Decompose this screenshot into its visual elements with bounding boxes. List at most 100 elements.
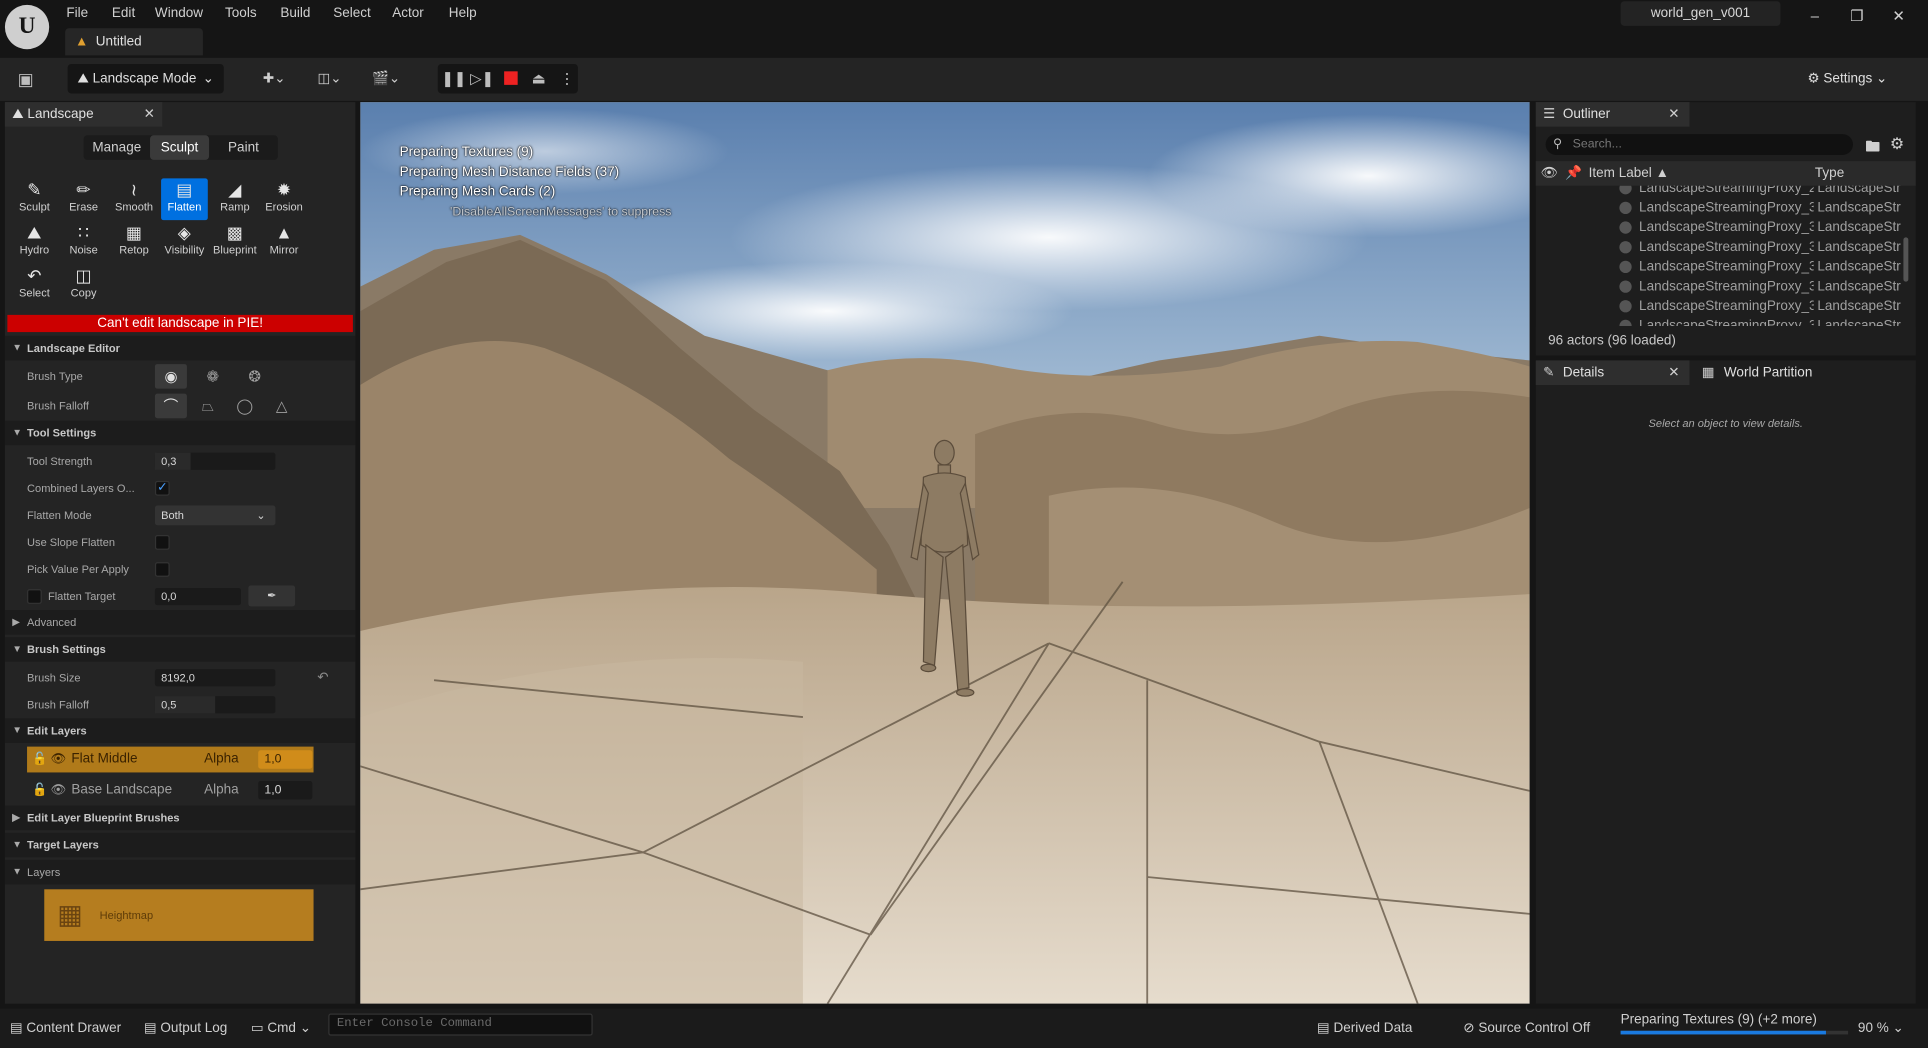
source-control-button[interactable]: ⊘ Source Control Off: [1463, 1015, 1590, 1042]
section-edit-layer-blueprint-brushes[interactable]: ▶ Edit Layer Blueprint Brushes: [4, 805, 356, 831]
menu-window[interactable]: Window: [155, 4, 203, 24]
tab-world-partition[interactable]: ▦ World Partition: [1691, 360, 1916, 385]
flatten-mode-dropdown[interactable]: Both ⌄: [154, 505, 276, 526]
falloff-spherical-icon[interactable]: ◯: [229, 394, 261, 419]
outliner-row[interactable]: LandscapeStreamingProxy_3_ LandscapeStr: [1536, 257, 1905, 277]
close-icon[interactable]: ✕: [144, 102, 155, 127]
outliner-row[interactable]: LandscapeStreamingProxy_2_ LandscapeStr: [1536, 185, 1905, 198]
tool-mirror[interactable]: ▲ Mirror: [261, 221, 308, 263]
section-layers[interactable]: ▼ Layers: [4, 859, 356, 885]
tool-select[interactable]: ↶ Select: [11, 264, 58, 306]
section-landscape-editor[interactable]: ▼ Landscape Editor: [4, 335, 356, 361]
falloff-linear-icon[interactable]: ⏢: [192, 394, 224, 419]
add-actor-button[interactable]: ✚⌄: [252, 64, 296, 94]
falloff-tip-icon[interactable]: △: [266, 394, 298, 419]
outliner-scrollbar[interactable]: [1903, 237, 1909, 282]
tab-details[interactable]: ✎ Details ✕: [1535, 360, 1690, 385]
close-window-icon[interactable]: ✕: [1885, 5, 1912, 27]
close-icon[interactable]: ✕: [1668, 102, 1679, 127]
flatten-target-field[interactable]: 0,0: [154, 587, 242, 606]
tab-landscape[interactable]: ⛰ Landscape ✕: [4, 102, 163, 127]
cinematics-button[interactable]: 🎬⌄: [364, 64, 408, 94]
use-slope-flatten-checkbox[interactable]: [154, 535, 170, 550]
outliner-row[interactable]: LandscapeStreamingProxy_3_ LandscapeStr: [1536, 277, 1905, 297]
derived-data-button[interactable]: ▤ Derived Data: [1317, 1015, 1412, 1042]
col-item-label[interactable]: Item Label ▲: [1589, 161, 1669, 186]
tool-erosion[interactable]: ✹ Erosion: [261, 178, 308, 220]
eye-icon[interactable]: 👁: [50, 747, 66, 773]
tool-retop[interactable]: ▦ Retop: [111, 221, 158, 263]
save-icon[interactable]: ▣: [15, 69, 37, 89]
console-command-input[interactable]: Enter Console Command: [328, 1013, 593, 1036]
tool-ramp[interactable]: ◢ Ramp: [211, 178, 258, 220]
brush-alpha-icon[interactable]: ❁: [197, 364, 229, 389]
combined-layers-checkbox[interactable]: ✓: [154, 480, 170, 496]
section-edit-layers[interactable]: ▼ Edit Layers: [4, 718, 356, 743]
level-viewport[interactable]: Preparing Textures (9) Preparing Mesh Di…: [360, 102, 1530, 1004]
gear-icon[interactable]: ⚙: [1890, 134, 1904, 154]
menu-actor[interactable]: Actor: [392, 4, 424, 24]
tab-outliner[interactable]: ☰ Outliner ✕: [1535, 102, 1690, 127]
lock-icon[interactable]: 🔓: [32, 747, 47, 773]
tool-noise[interactable]: ∷ Noise: [60, 221, 107, 263]
blueprint-menu-button[interactable]: ◫⌄: [307, 64, 351, 94]
outliner-search-input[interactable]: ⚲ Search...: [1545, 134, 1854, 155]
menu-edit[interactable]: Edit: [112, 4, 135, 24]
brush-pattern-icon[interactable]: ❂: [239, 364, 271, 389]
section-brush-settings[interactable]: ▼ Brush Settings: [4, 637, 356, 662]
output-log-button[interactable]: ▤ Output Log: [144, 1015, 227, 1042]
menu-select[interactable]: Select: [333, 4, 371, 24]
eyedropper-button[interactable]: ✒: [248, 585, 296, 607]
tab-untitled[interactable]: ▲ Untitled: [65, 28, 203, 56]
section-tool-settings[interactable]: ▼ Tool Settings: [4, 420, 356, 446]
section-target-layers[interactable]: ▼ Target Layers: [4, 832, 356, 858]
tool-hydro[interactable]: ⛰ Hydro: [11, 221, 58, 263]
new-folder-icon[interactable]: 🖿: [1865, 135, 1880, 161]
cmd-dropdown[interactable]: ▭ Cmd ⌄: [251, 1015, 311, 1042]
eye-icon[interactable]: 👁: [1541, 161, 1558, 186]
progress-text[interactable]: Preparing Textures (9) (+2 more): [1621, 1009, 1817, 1031]
tool-copy[interactable]: ◫ Copy: [60, 264, 107, 306]
menu-file[interactable]: File: [66, 4, 88, 24]
outliner-row[interactable]: LandscapeStreamingProxy_3_ LandscapeStr: [1536, 198, 1905, 218]
flatten-target-checkbox[interactable]: [27, 589, 42, 604]
col-type[interactable]: Type: [1815, 161, 1844, 186]
brush-size-field[interactable]: 8192,0: [154, 669, 276, 687]
outliner-row[interactable]: LandscapeStreamingProxy_3_ LandscapeStr: [1536, 218, 1905, 238]
outliner-row[interactable]: LandscapeStreamingProxy_3_ LandscapeStr: [1536, 296, 1905, 316]
step-frame-icon[interactable]: ▷❚: [468, 64, 495, 94]
settings-button[interactable]: ⚙ Settings ⌄: [1808, 64, 1914, 94]
tool-smooth[interactable]: ≀ Smooth: [111, 178, 158, 220]
edit-layer-base-landscape[interactable]: 🔓 👁 Base Landscape Alpha 1,0: [27, 777, 313, 803]
lock-icon[interactable]: 🔓: [32, 777, 47, 803]
pin-icon[interactable]: 📌: [1565, 161, 1582, 186]
alpha-field[interactable]: 1,0: [258, 750, 313, 769]
tool-visibility[interactable]: ◈ Visibility: [161, 221, 208, 263]
close-icon[interactable]: ✕: [1668, 360, 1679, 385]
tab-paint[interactable]: Paint: [209, 135, 278, 160]
minimize-icon[interactable]: –: [1801, 5, 1828, 27]
alpha-field[interactable]: 1,0: [258, 781, 313, 800]
mode-selector[interactable]: ⛰ Landscape Mode ⌄: [67, 63, 224, 94]
content-drawer-button[interactable]: ▤ Content Drawer: [10, 1015, 121, 1042]
reset-icon[interactable]: ↶: [317, 664, 328, 691]
menu-tools[interactable]: Tools: [225, 4, 257, 24]
menu-build[interactable]: Build: [280, 4, 310, 24]
stop-icon[interactable]: [497, 64, 524, 94]
tool-flatten[interactable]: ▤ Flatten: [161, 178, 208, 221]
outliner-row[interactable]: LandscapeStreamingProxy_3_ LandscapeStr: [1536, 237, 1905, 257]
eject-icon[interactable]: ⏏: [525, 64, 552, 94]
tool-sculpt[interactable]: ✎ Sculpt: [11, 178, 58, 220]
eye-icon[interactable]: 👁: [50, 777, 66, 803]
heightmap-layer[interactable]: ▦ Heightmap: [44, 889, 314, 941]
outliner-row[interactable]: LandscapeStreamingProxy_3_ LandscapeStr: [1536, 316, 1905, 326]
tool-erase[interactable]: ✏ Erase: [60, 178, 107, 220]
pause-icon[interactable]: ❚❚: [440, 64, 467, 94]
pick-value-checkbox[interactable]: [154, 562, 170, 577]
menu-help[interactable]: Help: [449, 4, 477, 24]
restore-icon[interactable]: ❐: [1843, 5, 1870, 27]
unreal-logo-icon[interactable]: U: [4, 4, 50, 50]
progress-percent-dropdown[interactable]: 90 % ⌄: [1858, 1015, 1904, 1042]
tab-manage[interactable]: Manage: [84, 135, 150, 160]
brush-falloff-slider[interactable]: 0,5: [154, 696, 276, 714]
